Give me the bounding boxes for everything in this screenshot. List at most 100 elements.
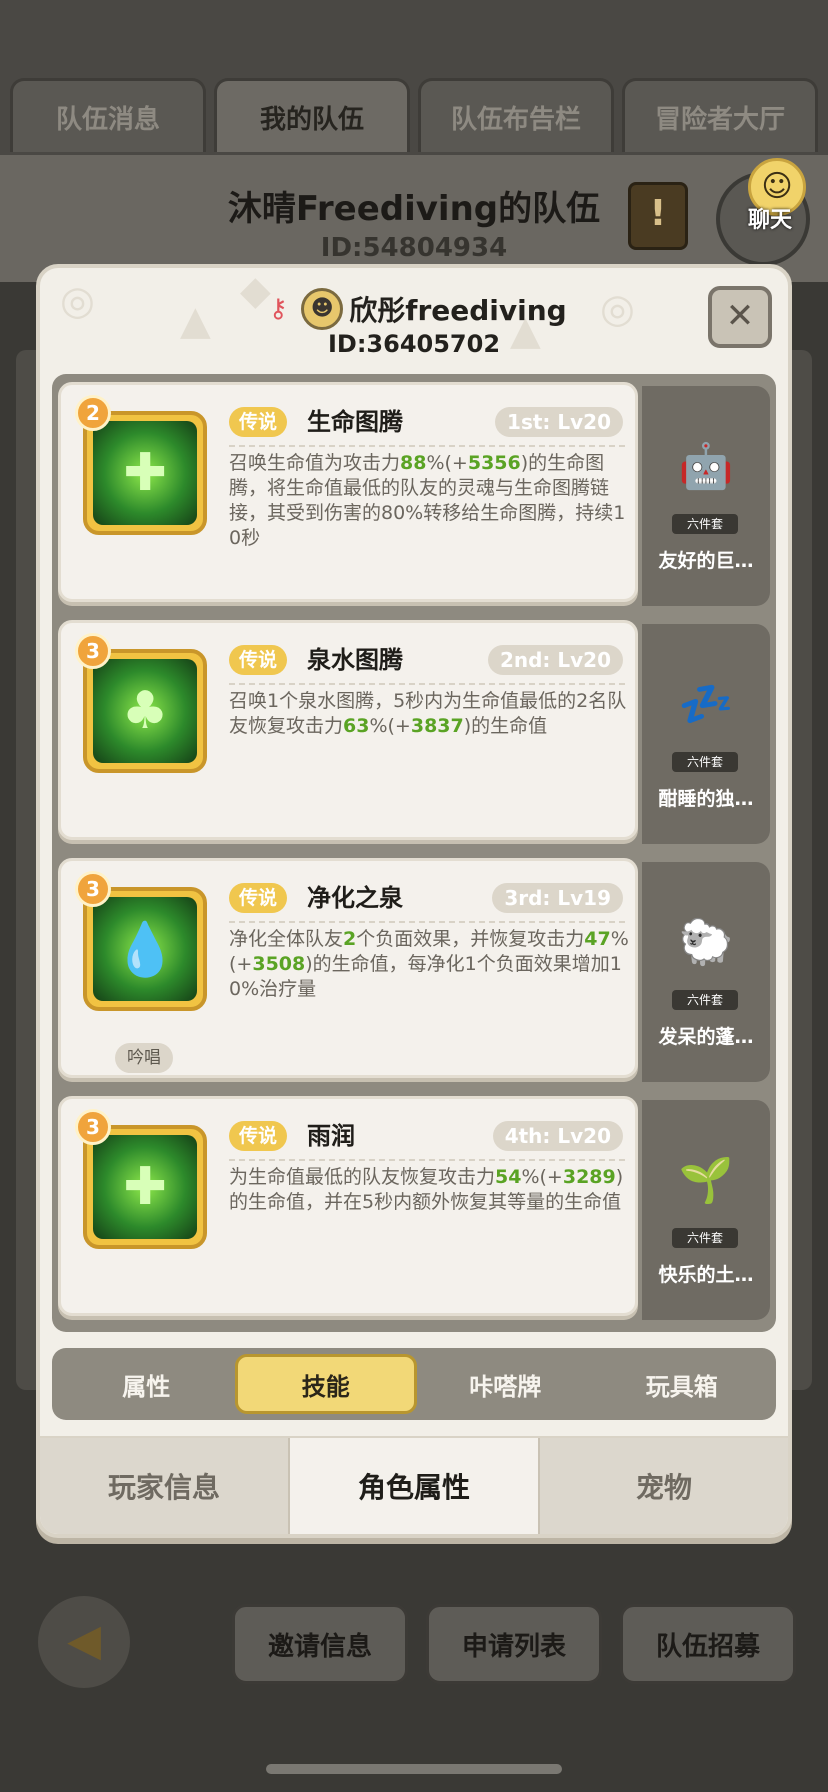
rarity-badge: 传说 (229, 883, 288, 913)
player-row: ⚷ ☻ 欣彤freediving (40, 288, 788, 330)
home-indicator (266, 1764, 562, 1774)
skill-description: 召唤1个泉水图腾，5秒内为生命值最低的2名队友恢复攻击力63%(+3837)的生… (229, 689, 629, 739)
skill-name: 生命图腾 (307, 408, 403, 436)
description-text: %(+ (521, 1166, 563, 1188)
skill-description: 召唤生命值为攻击力88%(+5356)的生命图腾，将生命值最低的队友的灵魂与生命… (229, 451, 629, 551)
tab-team-board[interactable]: 队伍布告栏 (418, 78, 614, 154)
description-text: %(+ (369, 715, 411, 737)
description-text: )的生命值 (463, 715, 548, 737)
skill-level-badge: 3 (75, 633, 111, 669)
rain-heal-icon: ✚ (93, 1135, 197, 1239)
pet-figure-icon: 🌱 (678, 1155, 734, 1206)
highlight-value: 5356 (467, 452, 521, 474)
highlight-value: 63 (343, 715, 370, 737)
highlight-value: 47 (584, 928, 611, 950)
divider (229, 683, 625, 685)
skill-name: 净化之泉 (307, 884, 403, 912)
pet-name: 发呆的蓬… (658, 1026, 754, 1048)
skill-icon: 💧 (83, 887, 207, 1011)
description-text: 个负面效果，并恢复攻击力 (356, 928, 585, 950)
tab-attributes[interactable]: 属性 (58, 1354, 235, 1414)
highlight-value: 3508 (252, 953, 306, 975)
notice-scroll-icon[interactable] (628, 182, 688, 250)
pet-figure-icon: 💤 (678, 679, 734, 730)
team-header: 沐晴Freediving的队伍 ID:54804934 (0, 152, 828, 282)
set-tag: 六件套 (672, 514, 738, 534)
player-info-modal: ◎ ▲ ◆ ◎ ▲ ⚷ ☻ 欣彤freediving ID:36405702 ✕… (36, 264, 792, 1538)
description-text: 召唤生命值为攻击力 (229, 452, 401, 474)
avatar[interactable]: ☻ (301, 288, 344, 330)
description-text: %(+ (426, 452, 468, 474)
set-tag: 六件套 (672, 990, 738, 1010)
skill-name: 雨润 (307, 1122, 355, 1150)
highlight-value: 88 (400, 452, 427, 474)
tab-character-attributes[interactable]: 角色属性 (290, 1438, 540, 1534)
rarity-badge: 传说 (229, 1121, 288, 1151)
skill-card[interactable]: ✚ 3 传说 雨润 4th: Lv20 为生命值最低的队友恢复攻击力54%(+3… (58, 1096, 638, 1316)
tab-pets[interactable]: 宠物 (540, 1438, 788, 1534)
tab-skills[interactable]: 技能 (234, 1354, 417, 1414)
pet-card[interactable]: 🌱 六件套 快乐的土… (642, 1100, 770, 1320)
skill-order-badge: 3rd: Lv19 (492, 883, 623, 913)
skill-description: 净化全体队友2个负面效果，并恢复攻击力47%(+3508)的生命值，每净化1个负… (229, 927, 629, 1002)
application-list-button[interactable]: 申请列表 (426, 1604, 602, 1684)
player-id: ID:36405702 (327, 330, 501, 358)
tab-cards[interactable]: 咔嗒牌 (417, 1354, 594, 1414)
back-arrow-icon[interactable]: ◀ (38, 1596, 130, 1688)
skill-order-badge: 1st: Lv20 (495, 407, 623, 437)
chat-label: 聊天 (747, 208, 792, 233)
life-totem-icon: ✚ (93, 421, 197, 525)
team-tabs: 队伍消息 我的队伍 队伍布告栏 冒险者大厅 (10, 78, 818, 154)
skill-level-badge: 3 (75, 1109, 111, 1145)
skill-icon: ✚ (83, 411, 207, 535)
divider (229, 445, 625, 447)
description-text: 为生命值最低的队友恢复攻击力 (229, 1166, 496, 1188)
player-name: 欣彤freediving (349, 294, 567, 327)
pet-figure-icon: 🐑 (678, 917, 734, 968)
skill-level-badge: 2 (75, 395, 111, 431)
skill-description: 为生命值最低的队友恢复攻击力54%(+3289)的生命值，并在5秒内额外恢复其等… (229, 1165, 629, 1215)
team-title: 沐晴Freediving的队伍 (227, 189, 601, 229)
set-tag: 六件套 (672, 1228, 738, 1248)
set-tag: 六件套 (672, 752, 738, 772)
highlight-value: 2 (343, 928, 357, 950)
skill-card[interactable]: 💧 3 传说 净化之泉 3rd: Lv19 净化全体队友2个负面效果，并恢复攻击… (58, 858, 638, 1078)
purify-spring-icon: 💧 (93, 897, 197, 1001)
skill-card[interactable]: ♣ 3 传说 泉水图腾 2nd: Lv20 召唤1个泉水图腾，5秒内为生命值最低… (58, 620, 638, 840)
skill-icon: ✚ (83, 1125, 207, 1249)
tab-player-info[interactable]: 玩家信息 (40, 1438, 290, 1534)
invite-info-button[interactable]: 邀请信息 (232, 1604, 408, 1684)
tab-team-messages[interactable]: 队伍消息 (10, 78, 206, 154)
highlight-value: 3289 (562, 1166, 616, 1188)
skill-list[interactable]: ✚ 2 传说 生命图腾 1st: Lv20 召唤生命值为攻击力88%(+5356… (52, 374, 776, 1332)
bottom-tabs: 玩家信息 角色属性 宠物 (40, 1436, 788, 1534)
tab-my-team[interactable]: 我的队伍 (214, 78, 410, 154)
pet-figure-icon: 🤖 (678, 441, 734, 492)
divider (229, 1159, 625, 1161)
skill-order-badge: 2nd: Lv20 (487, 645, 623, 675)
pet-card[interactable]: 🐑 六件套 发呆的蓬… (642, 862, 770, 1082)
pet-name: 友好的巨… (658, 550, 754, 572)
rarity-badge: 传说 (229, 407, 288, 437)
pet-card[interactable]: 💤 六件套 酣睡的独… (642, 624, 770, 844)
close-button[interactable]: ✕ (708, 286, 772, 348)
pet-card[interactable]: 🤖 六件套 友好的巨… (642, 386, 770, 606)
skill-icon: ♣ (83, 649, 207, 773)
tab-toybox[interactable]: 玩具箱 (594, 1354, 771, 1414)
highlight-value: 54 (495, 1166, 522, 1188)
key-icon: ⚷ (268, 294, 288, 324)
team-id: ID:54804934 (320, 233, 508, 263)
rarity-badge: 传说 (229, 645, 288, 675)
pet-name: 酣睡的独… (658, 788, 754, 810)
description-text: 净化全体队友 (229, 928, 344, 950)
skill-name: 泉水图腾 (307, 646, 403, 674)
spring-totem-icon: ♣ (93, 659, 197, 763)
team-recruit-button[interactable]: 队伍招募 (620, 1604, 796, 1684)
highlight-value: 3837 (410, 715, 464, 737)
divider (229, 921, 625, 923)
tab-adventurer-hall[interactable]: 冒险者大厅 (622, 78, 818, 154)
skill-level-badge: 3 (75, 871, 111, 907)
chant-tag: 吟唱 (115, 1043, 173, 1073)
skill-card[interactable]: ✚ 2 传说 生命图腾 1st: Lv20 召唤生命值为攻击力88%(+5356… (58, 382, 638, 602)
skill-order-badge: 4th: Lv20 (492, 1121, 623, 1151)
